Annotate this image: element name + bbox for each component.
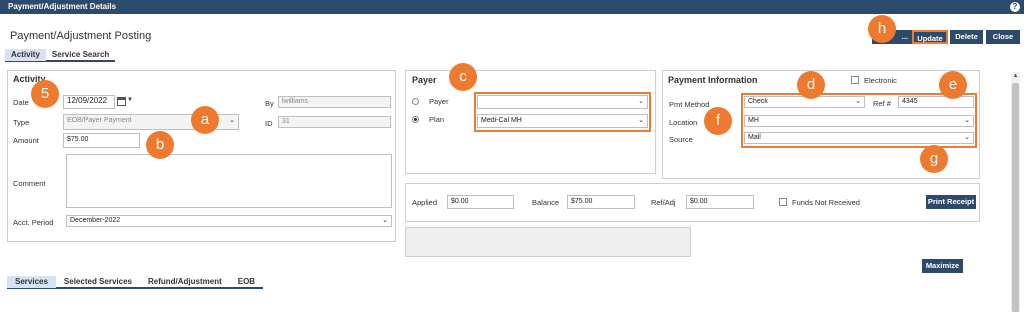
electronic-checkbox[interactable] (851, 76, 859, 84)
plan-radio[interactable] (412, 116, 419, 123)
chevron-down-icon: ⌄ (855, 98, 861, 105)
ref-input[interactable]: 4345 (898, 96, 974, 108)
location-value: MH (748, 117, 759, 124)
annotation-badge-g: g (920, 145, 948, 173)
caret-down-icon[interactable]: ▼ (127, 97, 133, 103)
tab-services[interactable]: Services (7, 276, 56, 288)
plan-label: Plan (429, 115, 445, 124)
annotation-badge-h: h (868, 15, 896, 43)
refadj-input[interactable]: $0.00 (686, 195, 754, 209)
plan-value: Medi-Cal MH (481, 117, 522, 124)
payer-radio[interactable] (412, 98, 419, 105)
annotation-badge-e: e (939, 71, 967, 99)
applied-input[interactable]: $0.00 (447, 195, 514, 209)
pmt-method-label: Pmt Method (669, 100, 710, 109)
message-area (405, 227, 691, 257)
close-button[interactable]: Close (986, 30, 1020, 44)
chevron-down-icon: ⌄ (229, 117, 235, 124)
scrollbar-thumb[interactable] (1012, 83, 1019, 312)
applied-label: Applied (412, 198, 438, 207)
date-label: Date (13, 98, 29, 107)
tab-activity[interactable]: Activity (5, 49, 46, 61)
type-value: EOB/Payer Payment (67, 117, 132, 124)
source-select[interactable]: Mail ⌄ (744, 132, 974, 144)
source-label: Source (669, 135, 693, 144)
balance-input[interactable]: $75.00 (567, 195, 635, 209)
annotation-badge-a: a (191, 106, 219, 134)
comment-textarea[interactable] (66, 154, 392, 208)
annotation-badge-c: c (449, 63, 477, 91)
update-button[interactable]: Update (912, 30, 948, 44)
scroll-up-arrow-icon[interactable]: ▲ (1011, 72, 1020, 81)
tab-service-search[interactable]: Service Search (46, 49, 115, 61)
tab-refund-adjustment[interactable]: Refund/Adjustment (140, 276, 230, 288)
annotation-badge-d: d (797, 71, 825, 99)
type-label: Type (13, 118, 30, 127)
balance-label: Balance (532, 198, 560, 207)
chevron-down-icon: ⌄ (964, 117, 970, 124)
acct-period-select[interactable]: December-2022 ⌄ (66, 215, 392, 227)
chevron-down-icon: ⌄ (964, 134, 970, 141)
top-tabs: Activity Service Search (5, 49, 116, 62)
source-value: Mail (748, 134, 761, 141)
annotation-badge-f: f (704, 107, 732, 135)
payer-label: Payer (429, 97, 449, 106)
acct-period-value: December-2022 (70, 217, 121, 224)
by-label: By (265, 99, 274, 108)
date-input[interactable]: 12/09/2022 (63, 95, 115, 109)
calendar-icon[interactable] (117, 97, 126, 106)
help-icon[interactable]: ? (1010, 2, 1020, 12)
tab-eob[interactable]: EOB (230, 276, 263, 288)
plan-select[interactable]: Medi-Cal MH ⌄ (477, 114, 648, 128)
id-input: 31 (278, 116, 391, 128)
ref-label: Ref # (873, 99, 891, 108)
location-select[interactable]: MH ⌄ (744, 115, 974, 127)
maximize-button[interactable]: Maximize (922, 259, 963, 273)
pmt-method-value: Check (748, 98, 768, 105)
funds-not-received-label: Funds Not Received (792, 198, 860, 207)
amount-input[interactable]: $75.00 (63, 133, 140, 148)
refadj-label: Ref/Adj (651, 198, 676, 207)
annotation-badge-b: b (146, 131, 174, 159)
payer-select[interactable]: ⌄ (477, 95, 648, 109)
chevron-down-icon: ⌄ (638, 98, 644, 105)
window-title: Payment/Adjustment Details (8, 2, 117, 11)
by-input: lwilliams (278, 96, 391, 108)
id-label: ID (265, 119, 273, 128)
payer-title: Payer (412, 75, 437, 85)
window-title-bar: Payment/Adjustment Details (0, 0, 1024, 14)
amount-label: Amount (13, 136, 39, 145)
electronic-label: Electronic (864, 76, 897, 85)
page-title: Payment/Adjustment Posting (10, 30, 152, 42)
tab-selected-services[interactable]: Selected Services (56, 276, 140, 288)
chevron-down-icon: ⌄ (382, 217, 388, 224)
funds-not-received-checkbox[interactable] (779, 198, 787, 206)
location-label: Location (669, 118, 698, 127)
comment-label: Comment (13, 179, 46, 188)
acct-period-label: Acct. Period (13, 218, 54, 227)
delete-button[interactable]: Delete (950, 30, 983, 44)
print-receipt-button[interactable]: Print Receipt (926, 195, 976, 209)
payment-info-title: Payment Information (668, 75, 758, 85)
bottom-tabs: Services Selected Services Refund/Adjust… (7, 276, 264, 289)
annotation-badge-5: 5 (31, 80, 59, 108)
chevron-down-icon: ⌄ (638, 117, 644, 124)
